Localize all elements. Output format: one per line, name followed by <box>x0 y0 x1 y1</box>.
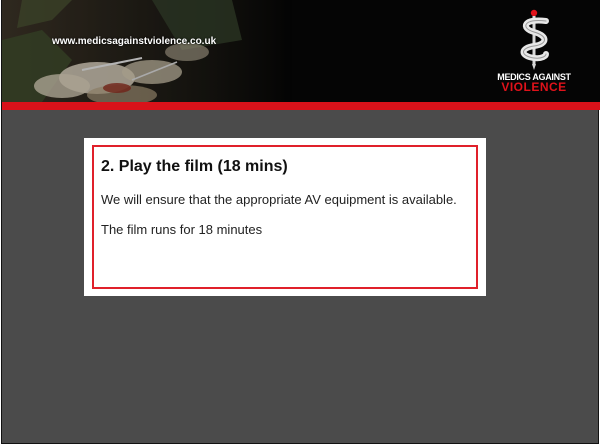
logo-text-violence: VIOLENCE <box>501 80 567 94</box>
card-title: 2. Play the film (18 mins) <box>101 158 288 175</box>
header-divider <box>2 102 600 110</box>
header-band: www.medicsagainstviolence.co.uk MEDICS A… <box>2 0 600 102</box>
slide: www.medicsagainstviolence.co.uk MEDICS A… <box>0 0 600 445</box>
content-card-border: 2. Play the film (18 mins) We will ensur… <box>92 145 478 289</box>
card-paragraph: The film runs for 18 minutes <box>101 222 263 237</box>
surgery-photo <box>2 0 292 102</box>
slide-frame: www.medicsagainstviolence.co.uk MEDICS A… <box>1 0 600 444</box>
caduceus-knife-icon <box>520 9 549 70</box>
medics-against-violence-logo: MEDICS AGAINST VIOLENCE <box>486 8 582 94</box>
card-paragraph: We will ensure that the appropriate AV e… <box>101 192 457 207</box>
content-card: 2. Play the film (18 mins) We will ensur… <box>84 138 486 296</box>
site-url[interactable]: www.medicsagainstviolence.co.uk <box>52 36 216 47</box>
